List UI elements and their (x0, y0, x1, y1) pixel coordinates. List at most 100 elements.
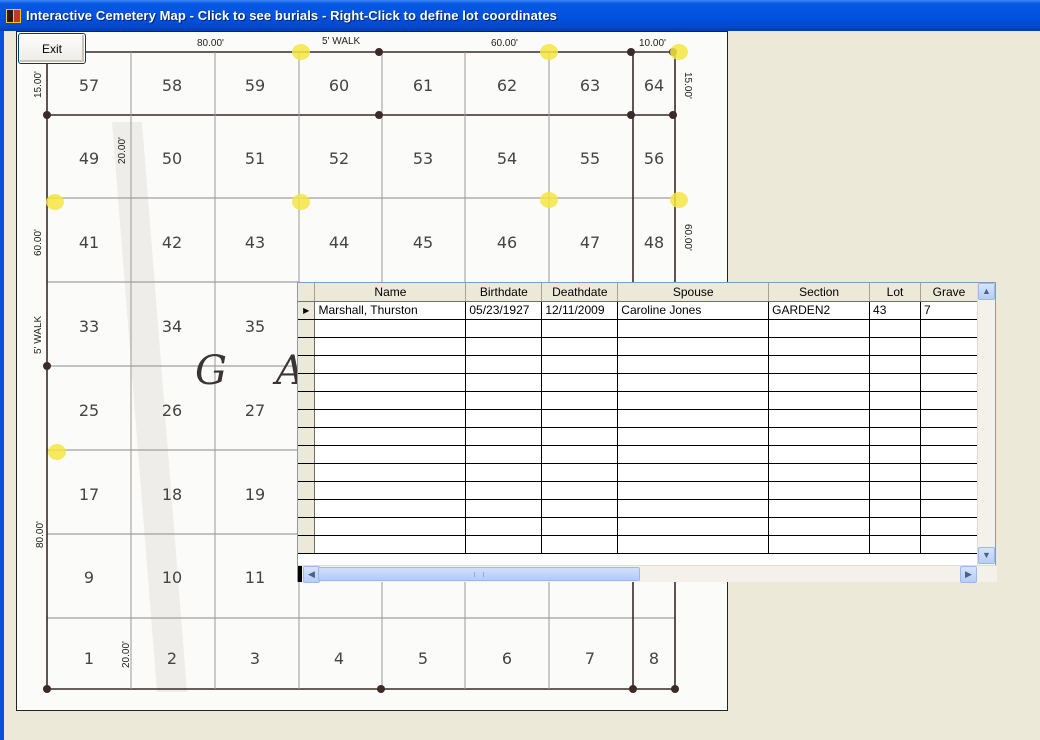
column-header-birthdate[interactable]: Birthdate (465, 283, 543, 302)
cell-deathdate[interactable] (541, 517, 619, 536)
cell-spouse[interactable] (617, 499, 770, 518)
horizontal-scroll-thumb[interactable] (318, 567, 640, 581)
cell-spouse[interactable] (617, 463, 770, 482)
cell-name[interactable] (314, 481, 467, 500)
row-selector[interactable] (298, 319, 316, 338)
column-header-spouse[interactable]: Spouse (617, 283, 770, 302)
cell-grave[interactable] (920, 463, 978, 482)
table-row[interactable] (298, 445, 978, 464)
cell-birthdate[interactable] (465, 445, 543, 464)
cell-deathdate[interactable] (541, 373, 619, 392)
cell-grave[interactable] (920, 409, 978, 428)
cell-name[interactable] (314, 391, 467, 410)
cell-lot[interactable] (869, 337, 921, 356)
table-row[interactable]: ▶ Marshall, Thurston 05/23/1927 12/11/2009 C… (298, 301, 978, 320)
table-row[interactable] (298, 481, 978, 500)
cell-lot[interactable] (869, 481, 921, 500)
cell-section[interactable]: GARDEN2 (768, 301, 871, 320)
app-icon[interactable] (6, 8, 22, 24)
scroll-right-icon[interactable]: ▶ (960, 566, 977, 583)
cell-grave[interactable] (920, 445, 978, 464)
cell-section[interactable] (768, 499, 871, 518)
cell-deathdate[interactable] (541, 445, 619, 464)
exit-button[interactable]: Exit (18, 33, 86, 64)
cell-deathdate[interactable] (541, 319, 619, 338)
cell-section[interactable] (768, 319, 871, 338)
table-row[interactable] (298, 319, 978, 338)
cell-spouse[interactable] (617, 445, 770, 464)
cell-name[interactable] (314, 355, 467, 374)
cell-lot[interactable] (869, 409, 921, 428)
cell-section[interactable] (768, 427, 871, 446)
cell-birthdate[interactable] (465, 463, 543, 482)
row-selector[interactable] (298, 427, 316, 446)
table-row[interactable] (298, 517, 978, 536)
vertical-scrollbar[interactable]: ▲ ▼ (977, 283, 995, 565)
cell-spouse[interactable] (617, 427, 770, 446)
cell-grave[interactable] (920, 319, 978, 338)
row-selector[interactable]: ▶ (298, 301, 316, 320)
column-header-name[interactable]: Name (314, 283, 467, 302)
row-selector[interactable] (298, 517, 316, 536)
row-selector[interactable] (298, 337, 316, 356)
cell-birthdate[interactable] (465, 337, 543, 356)
cell-deathdate[interactable] (541, 337, 619, 356)
burials-grid[interactable]: Name Birthdate Deathdate Spouse Section Lot Gr… (297, 282, 997, 583)
column-header-grave[interactable]: Grave (920, 283, 978, 302)
cell-section[interactable] (768, 391, 871, 410)
cell-section[interactable] (768, 355, 871, 374)
cell-birthdate[interactable] (465, 535, 543, 554)
cell-birthdate[interactable]: 05/23/1927 (465, 301, 543, 320)
cell-spouse[interactable]: Caroline Jones (617, 301, 770, 320)
cell-grave[interactable] (920, 427, 978, 446)
cell-name[interactable] (314, 463, 467, 482)
column-header-lot[interactable]: Lot (869, 283, 921, 302)
table-row[interactable] (298, 499, 978, 518)
cell-section[interactable] (768, 535, 871, 554)
cell-name[interactable] (314, 427, 467, 446)
cell-spouse[interactable] (617, 391, 770, 410)
cell-spouse[interactable] (617, 337, 770, 356)
scroll-down-icon[interactable]: ▼ (978, 547, 995, 564)
row-selector[interactable] (298, 481, 316, 500)
cell-section[interactable] (768, 409, 871, 428)
cell-birthdate[interactable] (465, 481, 543, 500)
cell-deathdate[interactable] (541, 409, 619, 428)
cell-lot[interactable] (869, 463, 921, 482)
cell-deathdate[interactable] (541, 427, 619, 446)
cell-birthdate[interactable] (465, 391, 543, 410)
cell-deathdate[interactable] (541, 355, 619, 374)
cell-name[interactable]: Marshall, Thurston (314, 301, 467, 320)
cell-deathdate[interactable] (541, 481, 619, 500)
row-selector[interactable] (298, 445, 316, 464)
cell-section[interactable] (768, 463, 871, 482)
cell-birthdate[interactable] (465, 517, 543, 536)
cell-lot[interactable] (869, 355, 921, 374)
table-row[interactable] (298, 409, 978, 428)
cell-spouse[interactable] (617, 409, 770, 428)
table-row[interactable] (298, 337, 978, 356)
cell-lot[interactable] (869, 499, 921, 518)
cell-lot[interactable]: 43 (869, 301, 921, 320)
row-selector[interactable] (298, 355, 316, 374)
table-row[interactable] (298, 391, 978, 410)
cell-spouse[interactable] (617, 355, 770, 374)
cell-lot[interactable] (869, 319, 921, 338)
cell-deathdate[interactable] (541, 463, 619, 482)
cell-spouse[interactable] (617, 535, 770, 554)
table-row[interactable] (298, 427, 978, 446)
cell-lot[interactable] (869, 373, 921, 392)
scroll-up-icon[interactable]: ▲ (978, 283, 995, 300)
row-selector[interactable] (298, 535, 316, 554)
cell-deathdate[interactable]: 12/11/2009 (541, 301, 619, 320)
column-header-section[interactable]: Section (768, 283, 871, 302)
cell-grave[interactable] (920, 391, 978, 410)
cell-birthdate[interactable] (465, 409, 543, 428)
cell-birthdate[interactable] (465, 427, 543, 446)
cell-grave[interactable] (920, 535, 978, 554)
cell-section[interactable] (768, 373, 871, 392)
cell-grave[interactable]: 7 (920, 301, 978, 320)
column-header-deathdate[interactable]: Deathdate (541, 283, 619, 302)
cell-deathdate[interactable] (541, 499, 619, 518)
row-selector[interactable] (298, 463, 316, 482)
